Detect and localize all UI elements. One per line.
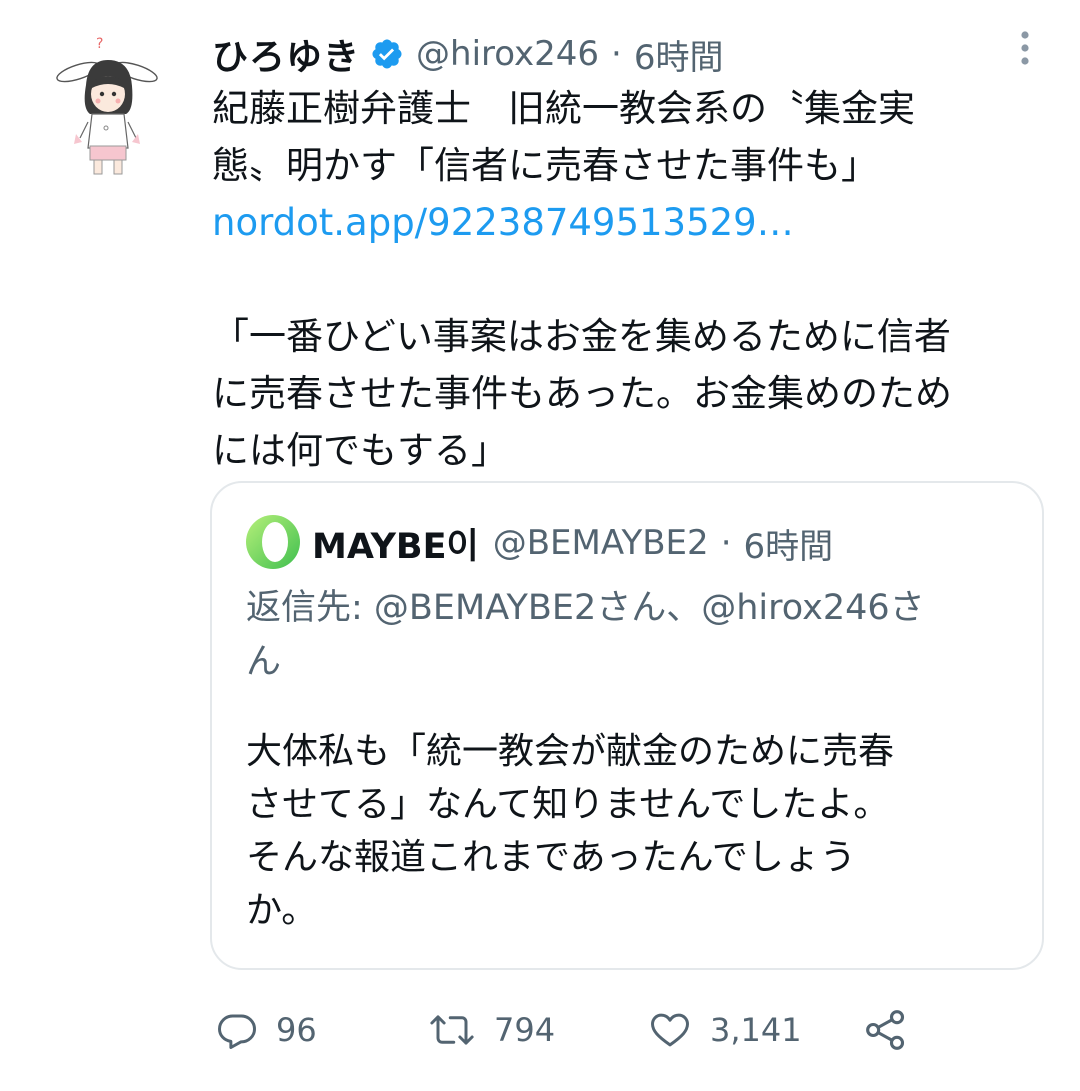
retweet-button[interactable]: 794 — [428, 1000, 555, 1060]
reply-to-line: 返信先: @BEMAYBE2さん、@hirox246さ — [246, 588, 925, 628]
reply-to-text: 返信先: @BEMAYBE2さん、@hirox246さ ん — [246, 581, 1026, 689]
more-vertical-icon[interactable] — [1008, 28, 1042, 68]
author-display-name[interactable]: ひろゆき — [212, 28, 360, 80]
quoted-text-line: そんな報道これまであったんでしょう — [246, 837, 856, 878]
tweet-text-line: 紀藤正樹弁護士 旧統一教会系の〝集金実 — [212, 87, 915, 130]
tweet-action-bar: 96 794 3,141 — [212, 1000, 972, 1060]
avatar-image: ? — [56, 36, 158, 175]
quoted-tweet-card[interactable]: MAYBE이 @BEMAYBE2 · 6時間 返信先: @BEMAYBE2さん、… — [210, 481, 1044, 970]
quoted-header-separator: · — [720, 523, 732, 563]
header-separator: · — [611, 34, 622, 74]
svg-text:?: ? — [96, 36, 103, 52]
like-count: 3,141 — [710, 1011, 802, 1049]
quoted-tweet-header: MAYBE이 @BEMAYBE2 · 6時間 — [312, 513, 833, 573]
share-icon — [866, 1010, 905, 1050]
tweet-link[interactable]: nordot.app/92238749513529… — [212, 194, 1042, 251]
author-avatar[interactable]: ? — [52, 30, 162, 180]
quoted-author-handle[interactable]: @BEMAYBE2 — [493, 523, 709, 563]
quoted-text-line: 大体私も「統一教会が献金のために売春 — [246, 731, 895, 772]
quoted-tweet-text: 大体私も「統一教会が献金のために売春 させてる」なんて知りませんでしたよ。 そん… — [246, 725, 1026, 937]
like-button[interactable]: 3,141 — [648, 1000, 802, 1060]
tweet[interactable]: ? ひろゆき @hirox246 · 6時間 紀藤正樹弁護士 旧統一教会系の〝集… — [0, 0, 1080, 1091]
author-handle[interactable]: @hirox246 — [416, 34, 599, 74]
retweet-icon — [430, 1015, 474, 1045]
reply-icon — [218, 1014, 256, 1049]
tweet-text-line: には何でもする」 — [212, 429, 508, 472]
quoted-text-line: か。 — [246, 890, 318, 931]
reply-to-line: ん — [246, 642, 282, 682]
tweet-text-line: 態〟明かす「信者に売春させた事件も」 — [212, 144, 878, 187]
quoted-text-line: させてる」なんて知りませんでしたよ。 — [246, 784, 890, 825]
tweet-text: 紀藤正樹弁護士 旧統一教会系の〝集金実 態〟明かす「信者に売春させた事件も」 n… — [212, 80, 1042, 479]
verified-badge-icon — [370, 37, 404, 71]
reply-button[interactable]: 96 — [216, 1000, 317, 1060]
quoted-author-display-name[interactable]: MAYBE이 — [312, 518, 479, 569]
tweet-text-line: 「一番ひどい事案はお金を集めるために信者 — [212, 315, 951, 358]
tweet-text-line: に売春させた事件もあった。お金集めのため — [212, 372, 952, 415]
tweet-header: ひろゆき @hirox246 · 6時間 — [212, 26, 723, 82]
quoted-author-avatar[interactable] — [246, 515, 300, 569]
retweet-count: 794 — [494, 1011, 556, 1049]
like-heart-icon — [651, 1013, 689, 1047]
reply-count: 96 — [276, 1011, 317, 1049]
share-button[interactable] — [864, 1000, 908, 1060]
tweet-timestamp[interactable]: 6時間 — [634, 30, 724, 79]
quoted-tweet-timestamp[interactable]: 6時間 — [744, 519, 834, 568]
